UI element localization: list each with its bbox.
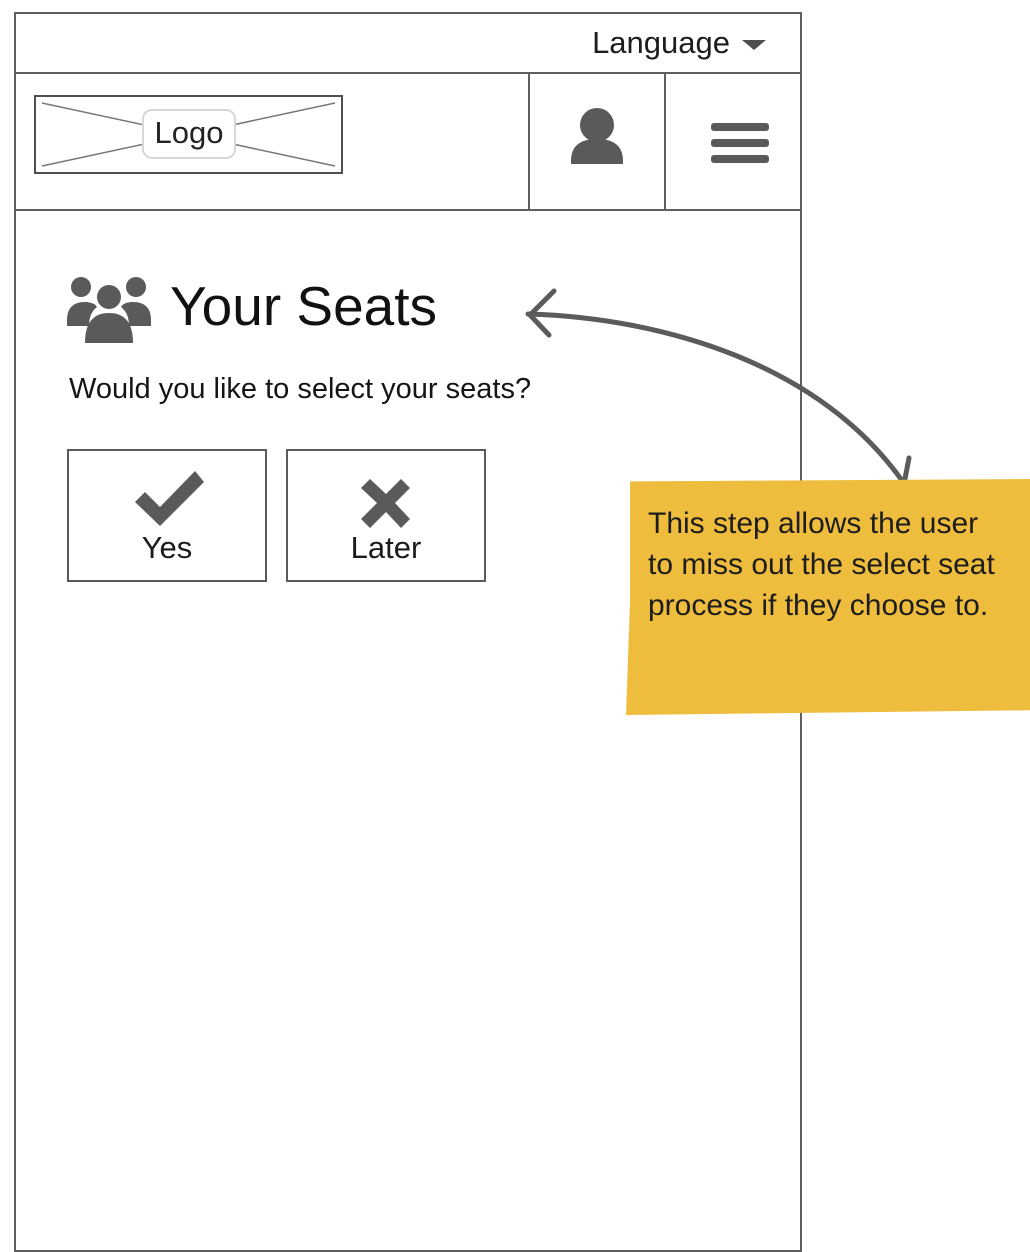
logo-label: Logo [142,109,236,159]
menu-button[interactable] [664,74,800,209]
logo-placeholder[interactable]: Logo [34,95,343,174]
later-button[interactable]: Later [286,449,486,582]
user-icon [571,108,623,164]
hamburger-menu-icon [711,123,769,163]
annotation-sticky-note: This step allows the user to miss out th… [626,479,1030,715]
language-dropdown[interactable]: Language [592,25,766,60]
caret-down-icon [742,40,766,50]
site-header: Logo [16,74,800,211]
seat-question: Would you like to select your seats? [69,373,532,405]
annotation-text: This step allows the user to miss out th… [648,507,995,622]
page-title-row: Your Seats [66,261,437,351]
later-button-label: Later [350,530,422,565]
language-bar: Language [16,14,800,74]
yes-button-label: Yes [141,530,193,565]
users-icon [67,277,151,343]
page-title: Your Seats [170,275,438,337]
yes-button[interactable]: Yes [67,449,267,582]
profile-button[interactable] [528,74,664,209]
language-label: Language [592,25,730,60]
